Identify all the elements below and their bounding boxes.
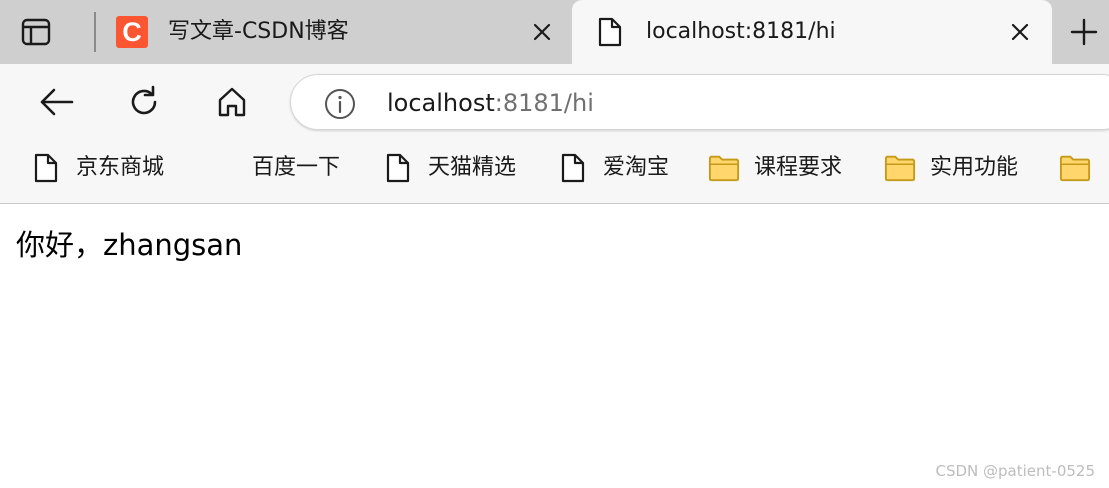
bookmark-label: 天猫精选 xyxy=(428,155,517,180)
tab-actions-button[interactable] xyxy=(18,14,54,50)
bookmark-label: 百度一下 xyxy=(252,155,341,180)
bookmark-folder-utilities[interactable]: 实用功能 xyxy=(884,150,1018,186)
folder-icon xyxy=(884,152,916,184)
page-icon xyxy=(382,152,414,184)
bookmark-folder-course[interactable]: 课程要求 xyxy=(708,150,842,186)
plus-icon xyxy=(1070,18,1098,46)
tab-title: 写文章-CSDN博客 xyxy=(168,19,349,44)
back-arrow-icon xyxy=(40,88,74,116)
bookmark-baidu[interactable]: 百度一下 xyxy=(252,150,340,186)
folder-icon xyxy=(1059,152,1091,184)
url-host: localhost xyxy=(387,89,495,117)
url-text[interactable]: localhost:8181/hi xyxy=(387,87,594,119)
back-button[interactable] xyxy=(36,82,76,122)
close-icon xyxy=(533,23,551,41)
tab-close-button[interactable] xyxy=(528,18,556,46)
tab-csdn[interactable]: C 写文章-CSDN博客 xyxy=(100,0,570,64)
csdn-logo-letter: C xyxy=(116,16,148,48)
tab-close-button[interactable] xyxy=(1006,18,1034,46)
reload-icon xyxy=(131,85,157,115)
bookmark-label: 课程要求 xyxy=(754,155,843,180)
page-icon xyxy=(557,152,589,184)
bookmark-label: 爱淘宝 xyxy=(603,155,670,180)
watermark: CSDN @patient-0525 xyxy=(935,462,1096,480)
url-path: :8181/hi xyxy=(494,89,594,117)
bookmark-aitaobao[interactable]: 爱淘宝 xyxy=(557,150,669,186)
bookmark-jd[interactable]: 京东商城 xyxy=(30,150,164,186)
bookmark-label: 京东商城 xyxy=(76,155,165,180)
tab-localhost[interactable]: localhost:8181/hi xyxy=(572,0,1052,64)
page-icon xyxy=(30,152,62,184)
page-content: 你好，zhangsan CSDN @patient-0525 xyxy=(0,205,1109,488)
reload-button[interactable] xyxy=(124,82,164,122)
home-icon xyxy=(218,87,246,117)
tab-strip: C 写文章-CSDN博客 localhost:8181/hi xyxy=(0,0,1109,64)
home-button[interactable] xyxy=(212,82,252,122)
csdn-logo-icon: C xyxy=(116,16,148,48)
bookmark-label: 实用功能 xyxy=(930,155,1019,180)
page-icon xyxy=(594,16,626,48)
bookmarks-bar: 京东商城 百度一下 天猫精选 爱淘宝 课程要求 实用功能 xyxy=(0,140,1109,204)
greeting-text: 你好，zhangsan xyxy=(16,228,243,262)
new-tab-button[interactable] xyxy=(1062,14,1106,50)
info-icon xyxy=(325,89,355,119)
tab-separator xyxy=(94,12,96,52)
site-info-button[interactable] xyxy=(323,87,357,121)
bookmark-folder-truncated[interactable] xyxy=(1059,150,1105,186)
navigation-toolbar: localhost:8181/hi xyxy=(0,64,1109,140)
address-bar[interactable]: localhost:8181/hi xyxy=(290,74,1109,130)
bookmark-tmall[interactable]: 天猫精选 xyxy=(382,150,516,186)
close-icon xyxy=(1011,23,1029,41)
tab-actions-icon xyxy=(21,18,51,46)
tab-title: localhost:8181/hi xyxy=(646,19,836,44)
folder-icon xyxy=(708,152,740,184)
